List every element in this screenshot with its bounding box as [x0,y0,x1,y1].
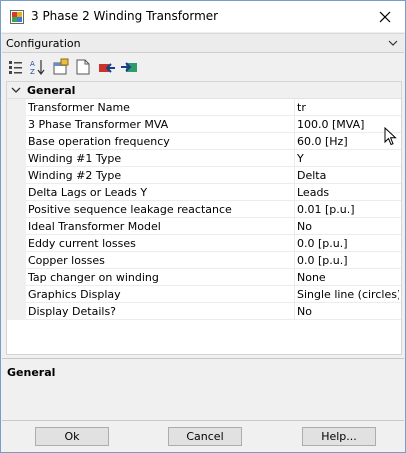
property-value[interactable]: Y [297,152,399,165]
property-name: Tap changer on winding [28,271,159,284]
property-name: Positive sequence leakage reactance [28,203,232,216]
help-button[interactable]: Help... [302,427,376,446]
property-row-graphics-display[interactable]: Graphics Display Single line (circles) [7,286,401,303]
property-value[interactable]: 0.01 [p.u.] [297,203,399,216]
transformer-app-icon [10,10,24,24]
property-value[interactable]: Single line (circles) [297,288,399,301]
property-row-delta-lags-leads[interactable]: Delta Lags or Leads Y Leads [7,184,401,201]
alphabetical-sort-icon[interactable]: A Z [29,58,47,76]
title-bar[interactable]: 3 Phase 2 Winding Transformer [1,1,405,32]
property-name: Winding #1 Type [28,152,122,165]
description-title: General [7,366,56,379]
ok-button[interactable]: Ok [35,427,109,446]
property-name: Winding #2 Type [28,169,122,182]
property-row-copper-losses[interactable]: Copper losses 0.0 [p.u.] [7,252,401,269]
chevron-down-icon[interactable] [11,85,21,98]
configuration-label: Configuration [6,37,81,50]
section-general[interactable]: General [7,82,401,99]
property-row-transformer-mva[interactable]: 3 Phase Transformer MVA 100.0 [MVA] [7,116,401,133]
import-icon[interactable] [98,58,116,76]
svg-text:Z: Z [30,68,35,76]
property-grid[interactable]: General Transformer Name tr 3 Phase Tran… [6,81,402,355]
property-name: Ideal Transformer Model [28,220,161,233]
property-row-transformer-name[interactable]: Transformer Name tr [7,99,401,116]
window-title: 3 Phase 2 Winding Transformer [31,9,219,23]
property-value[interactable]: None [297,271,399,284]
property-row-winding-2-type[interactable]: Winding #2 Type Delta [7,167,401,184]
property-row-base-frequency[interactable]: Base operation frequency 60.0 [Hz] [7,133,401,150]
property-name: Copper losses [28,254,105,267]
property-value[interactable]: No [297,220,399,233]
property-name: Display Details? [28,305,117,318]
property-value[interactable]: Delta [297,169,399,182]
property-name: 3 Phase Transformer MVA [28,118,169,131]
new-page-icon[interactable] [74,58,92,76]
categorized-icon[interactable] [7,58,25,76]
property-name: Transformer Name [28,101,130,114]
configuration-dropdown[interactable]: Configuration [2,33,404,53]
close-icon [379,11,391,22]
mouse-cursor-icon [384,126,398,147]
property-value[interactable]: 0.0 [p.u.] [297,237,399,250]
chevron-down-icon [388,38,398,51]
property-value[interactable]: No [297,305,399,318]
property-row-winding-1-type[interactable]: Winding #1 Type Y [7,150,401,167]
property-toolbar: A Z [2,55,404,79]
description-pane: General [2,358,404,421]
property-value[interactable]: tr [297,101,399,114]
property-row-eddy-current-losses[interactable]: Eddy current losses 0.0 [p.u.] [7,235,401,252]
cancel-button[interactable]: Cancel [168,427,242,446]
svg-text:A: A [30,60,35,68]
dialog-window: 3 Phase 2 Winding Transformer Configurat… [0,0,406,453]
property-name: Eddy current losses [28,237,136,250]
export-icon[interactable] [120,58,138,76]
properties-icon[interactable] [52,58,70,76]
property-row-tap-changer[interactable]: Tap changer on winding None [7,269,401,286]
property-value[interactable]: 0.0 [p.u.] [297,254,399,267]
property-row-display-details[interactable]: Display Details? No [7,303,401,320]
property-name: Base operation frequency [28,135,170,148]
property-name: Delta Lags or Leads Y [28,186,148,199]
property-row-leakage-reactance[interactable]: Positive sequence leakage reactance 0.01… [7,201,401,218]
close-button[interactable] [365,1,405,32]
section-label: General [27,84,76,97]
property-row-ideal-model[interactable]: Ideal Transformer Model No [7,218,401,235]
property-value[interactable]: Leads [297,186,399,199]
property-name: Graphics Display [28,288,121,301]
